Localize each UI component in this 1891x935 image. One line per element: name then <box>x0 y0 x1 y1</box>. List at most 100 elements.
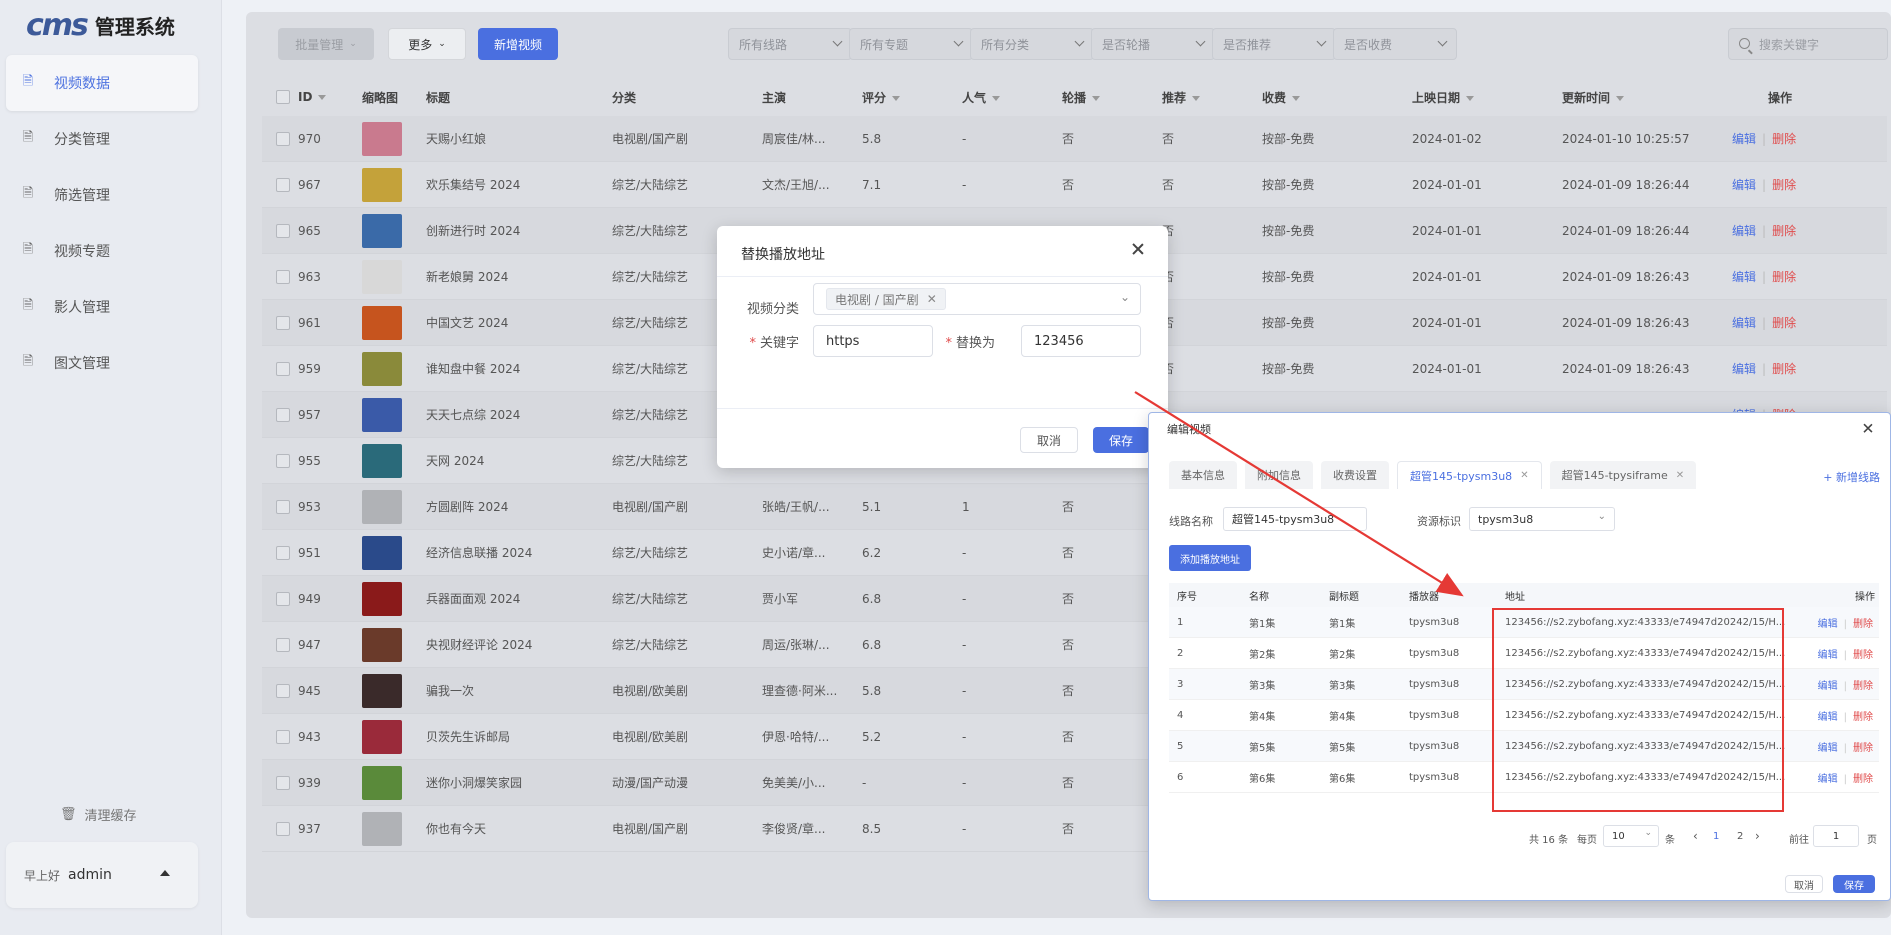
filter-select-4[interactable]: 是否推荐 <box>1212 28 1336 60</box>
source-select[interactable]: tpysm3u8 ⌄ <box>1469 507 1615 531</box>
sidebar-item-4[interactable]: 🗎 影人管理 <box>6 279 198 335</box>
tab-1[interactable]: 附加信息 <box>1245 461 1313 489</box>
edit-link[interactable]: 编辑 <box>1818 619 1838 630</box>
sidebar-item-2[interactable]: 🗎 筛选管理 <box>6 167 198 223</box>
close-icon[interactable]: ✕ <box>927 292 937 306</box>
col-carousel[interactable]: 轮播 <box>1062 89 1162 106</box>
page-2[interactable]: 2 <box>1737 831 1743 842</box>
row-checkbox[interactable] <box>276 269 290 284</box>
col-id[interactable]: ID <box>298 90 362 104</box>
row-checkbox[interactable] <box>276 591 290 606</box>
sidebar-item-3[interactable]: 🗎 视频专题 <box>6 223 198 279</box>
col-updated[interactable]: 更新时间 <box>1562 89 1732 106</box>
delete-link[interactable]: 删除 <box>1772 178 1796 192</box>
row-checkbox[interactable] <box>276 729 290 744</box>
edit-link[interactable]: 编辑 <box>1818 743 1838 754</box>
sidebar-item-5[interactable]: 🗎 图文管理 <box>6 335 198 391</box>
sidebar-item-1[interactable]: 🗎 分类管理 <box>6 111 198 167</box>
cancel-button[interactable]: 取消 <box>1785 875 1823 893</box>
col-popularity[interactable]: 人气 <box>962 89 1062 106</box>
row-checkbox[interactable] <box>276 775 290 790</box>
row-checkbox[interactable] <box>276 315 290 330</box>
edit-link[interactable]: 编辑 <box>1732 132 1756 146</box>
cell-score: - <box>862 775 867 790</box>
edit-link[interactable]: 编辑 <box>1818 774 1838 785</box>
delete-link[interactable]: 删除 <box>1853 619 1873 630</box>
delete-link[interactable]: 删除 <box>1772 224 1796 238</box>
cancel-button[interactable]: 取消 <box>1020 427 1078 453</box>
row-checkbox[interactable] <box>276 223 290 238</box>
tab-4[interactable]: 超管145-tpysiframe ✕ <box>1549 461 1697 489</box>
edit-link[interactable]: 编辑 <box>1818 712 1838 723</box>
col-score[interactable]: 评分 <box>862 89 962 106</box>
edit-link[interactable]: 编辑 <box>1732 224 1756 238</box>
col-charge[interactable]: 收费 <box>1262 89 1412 106</box>
filter-select-2[interactable]: 所有分类 <box>970 28 1094 60</box>
chevron-left-icon[interactable]: ‹ <box>1693 829 1698 843</box>
row-checkbox[interactable] <box>276 131 290 146</box>
row-checkbox[interactable] <box>276 499 290 514</box>
row-checkbox[interactable] <box>276 683 290 698</box>
replace-input[interactable]: 123456 <box>1021 325 1141 357</box>
row-checkbox[interactable] <box>276 177 290 192</box>
add-line-button[interactable]: + 新增线路 <box>1823 469 1880 485</box>
sidebar-item-0[interactable]: 🗎 视频数据 <box>6 55 198 111</box>
clear-cache-button[interactable]: 🗑 清理缓存 <box>60 805 137 824</box>
delete-link[interactable]: 删除 <box>1853 712 1873 723</box>
filter-select-5[interactable]: 是否收费 <box>1333 28 1457 60</box>
row-checkbox[interactable] <box>276 407 290 422</box>
row-checkbox[interactable] <box>276 453 290 468</box>
row-checkbox[interactable] <box>276 637 290 652</box>
batch-manage-button[interactable]: 批量管理 ⌄ <box>278 28 374 60</box>
page-1[interactable]: 1 <box>1713 831 1719 842</box>
add-video-button[interactable]: 新增视频 <box>478 28 558 60</box>
delete-link[interactable]: 删除 <box>1772 316 1796 330</box>
close-icon[interactable]: ✕ <box>1676 470 1684 481</box>
close-icon[interactable]: ✕ <box>1520 470 1528 481</box>
edit-link[interactable]: 编辑 <box>1732 316 1756 330</box>
row-checkbox[interactable] <box>276 545 290 560</box>
edit-link[interactable]: 编辑 <box>1732 362 1756 376</box>
edit-link[interactable]: 编辑 <box>1818 650 1838 661</box>
delete-link[interactable]: 删除 <box>1772 132 1796 146</box>
delete-link[interactable]: 删除 <box>1853 681 1873 692</box>
filter-select-3[interactable]: 是否轮播 <box>1091 28 1215 60</box>
edit-link[interactable]: 编辑 <box>1732 270 1756 284</box>
delete-link[interactable]: 删除 <box>1853 774 1873 785</box>
tab-0[interactable]: 基本信息 <box>1169 461 1237 489</box>
filter-select-1[interactable]: 所有专题 <box>849 28 973 60</box>
goto-input[interactable]: 1 <box>1813 825 1859 847</box>
keyword-input[interactable]: https <box>813 325 933 357</box>
col-recommend[interactable]: 推荐 <box>1162 89 1262 106</box>
edit-link[interactable]: 编辑 <box>1818 681 1838 692</box>
cell-host: 文杰/王旭/... <box>762 178 830 192</box>
cell-thumb <box>362 489 426 524</box>
tab-2[interactable]: 收费设置 <box>1321 461 1389 489</box>
line-name-input[interactable]: 超管145-tpysm3u8 <box>1223 507 1367 531</box>
delete-link[interactable]: 删除 <box>1772 362 1796 376</box>
save-button[interactable]: 保存 <box>1093 427 1149 453</box>
search-input[interactable]: 搜索关键字 <box>1728 28 1888 60</box>
per-page-select[interactable]: 10 ⌄ <box>1603 825 1659 847</box>
cell-sub: 第6集 <box>1329 773 1356 785</box>
add-play-url-button[interactable]: 添加播放地址 <box>1169 545 1251 571</box>
delete-link[interactable]: 删除 <box>1772 270 1796 284</box>
close-icon[interactable] <box>1130 242 1146 258</box>
select-all-checkbox[interactable] <box>276 90 290 104</box>
cell-carousel: 否 <box>1062 132 1075 146</box>
user-menu[interactable]: 早上好 admin <box>6 842 198 908</box>
tab-3[interactable]: 超管145-tpysm3u8 ✕ <box>1397 461 1542 489</box>
save-button[interactable]: 保存 <box>1833 875 1875 893</box>
cell-ops: 编辑|删除 <box>1732 224 1797 238</box>
col-release[interactable]: 上映日期 <box>1412 89 1562 106</box>
row-checkbox[interactable] <box>276 361 290 376</box>
chevron-right-icon[interactable]: › <box>1755 829 1760 843</box>
close-icon[interactable] <box>1862 423 1875 436</box>
more-button[interactable]: 更多 ⌄ <box>388 28 466 60</box>
category-select[interactable]: 电视剧 / 国产剧 ✕ ⌄ <box>813 283 1141 315</box>
filter-select-0[interactable]: 所有线路 <box>728 28 852 60</box>
row-checkbox[interactable] <box>276 821 290 836</box>
edit-link[interactable]: 编辑 <box>1732 178 1756 192</box>
delete-link[interactable]: 删除 <box>1853 650 1873 661</box>
delete-link[interactable]: 删除 <box>1853 743 1873 754</box>
